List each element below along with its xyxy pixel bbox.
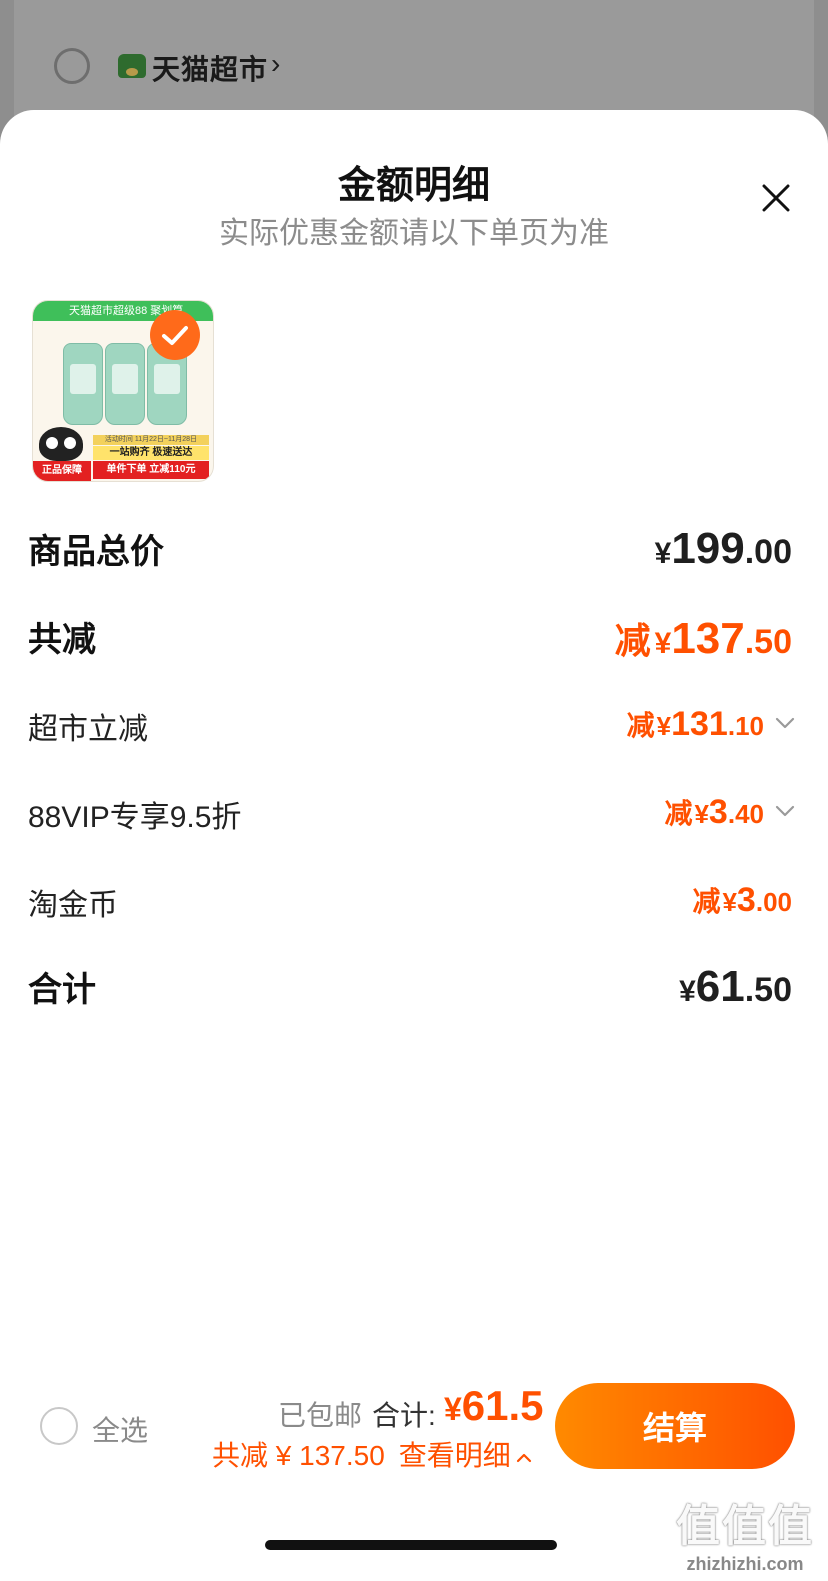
row-supermarket-discount[interactable]: 超市立减 减¥131.10 bbox=[0, 704, 828, 764]
taojinbi-label: 淘金币 bbox=[28, 889, 118, 922]
watermark-logo-text: 值值值 bbox=[676, 1502, 814, 1551]
close-icon bbox=[762, 184, 790, 212]
store-name[interactable]: 天猫超市 bbox=[152, 48, 268, 88]
tmall-supermarket-logo-icon bbox=[118, 54, 146, 78]
free-shipping-label: 已包邮 bbox=[278, 1400, 363, 1431]
thumbnail-slogan: 一站购齐 极速送达 bbox=[93, 446, 209, 460]
product-bottle-image bbox=[63, 343, 103, 425]
store-chevron-right-icon[interactable]: › bbox=[271, 48, 280, 80]
checkout-button[interactable]: 结算 bbox=[555, 1383, 795, 1469]
total-discount-label: 共减 bbox=[28, 621, 96, 659]
store-select-radio[interactable] bbox=[54, 48, 90, 84]
select-all-label[interactable]: 全选 bbox=[92, 1409, 148, 1449]
supermarket-discount-amount: 减¥131.10 bbox=[626, 705, 764, 743]
total-discount-amount: 减 ¥137.50 bbox=[614, 614, 792, 663]
close-button[interactable] bbox=[756, 178, 796, 218]
product-bottle-image bbox=[105, 343, 145, 425]
sum-label: 合计 bbox=[28, 971, 96, 1009]
taojinbi-amount: 减¥3.00 bbox=[692, 881, 792, 919]
footer-total-value: ¥61.5 bbox=[444, 1382, 544, 1429]
goods-total-amount: ¥199.00 bbox=[654, 524, 792, 573]
chevron-down-icon[interactable] bbox=[774, 800, 796, 822]
amount-detail-sheet: 金额明细 实际优惠金额请以下单页为准 天猫超市超级88 聚划算 活动时间 11月… bbox=[0, 110, 828, 1581]
vip-discount-label: 88VIP专享9.5折 bbox=[28, 801, 242, 834]
home-indicator bbox=[265, 1540, 557, 1550]
goods-total-label: 商品总价 bbox=[28, 533, 164, 571]
select-all-radio[interactable] bbox=[40, 1407, 78, 1445]
chevron-down-icon[interactable] bbox=[774, 712, 796, 734]
row-vip-discount[interactable]: 88VIP专享9.5折 减¥3.40 bbox=[0, 792, 828, 852]
chevron-up-icon bbox=[516, 1453, 531, 1462]
row-sum: 合计 ¥61.50 bbox=[0, 962, 828, 1022]
site-watermark: 值值值 zhizhizhi.com bbox=[676, 1490, 814, 1575]
supermarket-discount-label: 超市立减 bbox=[28, 713, 148, 746]
view-detail-link[interactable]: 查看明细 bbox=[399, 1440, 533, 1471]
sheet-title: 金额明细 bbox=[337, 165, 490, 207]
thumbnail-discount-strip: 单件下单 立减110元 bbox=[93, 461, 209, 479]
selected-check-icon bbox=[150, 310, 200, 360]
tmall-cat-mascot-icon bbox=[39, 427, 83, 461]
thumbnail-activity-time: 活动时间 11月22日~11月28日 bbox=[93, 435, 209, 445]
footer-total-label: 合计: bbox=[372, 1400, 436, 1431]
sheet-subtitle: 实际优惠金额请以下单页为准 bbox=[219, 217, 609, 250]
footer-saving-text: 共减 ¥ 137.50 bbox=[212, 1440, 385, 1471]
thumbnail-authentic-badge: 正品保障 bbox=[33, 461, 91, 481]
row-taojinbi: 淘金币 减¥3.00 bbox=[0, 880, 828, 940]
sum-amount: ¥61.50 bbox=[679, 962, 792, 1011]
row-goods-total: 商品总价 ¥199.00 bbox=[0, 524, 828, 584]
footer-saving-line: 共减 ¥ 137.50 查看明细 bbox=[212, 1434, 533, 1474]
watermark-url: zhizhizhi.com bbox=[686, 1554, 804, 1574]
vip-discount-amount: 减¥3.40 bbox=[664, 793, 764, 831]
row-total-discount: 共减 减 ¥137.50 bbox=[0, 612, 828, 672]
